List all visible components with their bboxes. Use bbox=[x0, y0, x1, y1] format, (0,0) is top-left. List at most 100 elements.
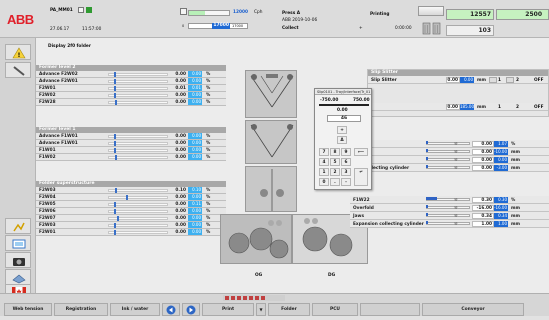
print-button[interactable]: Print bbox=[202, 303, 254, 316]
folder-superstructure-row-marker[interactable] bbox=[114, 230, 116, 235]
slitter-set-value[interactable]: 0.00 bbox=[460, 77, 474, 83]
right-setting-row-slider[interactable] bbox=[426, 166, 470, 169]
former-level1-row-marker[interactable] bbox=[114, 141, 116, 146]
former-level2-row-slider[interactable] bbox=[108, 87, 168, 90]
former-level2-row-set-value[interactable]: 0.01 bbox=[188, 85, 202, 91]
right-setting-row-set-value[interactable]: 1.07 bbox=[494, 141, 508, 147]
right-setting-row-tool-icon[interactable]: ⚒ bbox=[454, 149, 460, 154]
right-setting-row-slider[interactable] bbox=[426, 142, 470, 145]
former-level1-row-slider[interactable] bbox=[108, 142, 168, 145]
former-level2-row-marker[interactable] bbox=[114, 79, 116, 84]
numpad-plus-button[interactable]: + bbox=[337, 126, 347, 134]
numpad-key-9[interactable]: 0 bbox=[319, 178, 329, 186]
right-setting-row-tool-icon[interactable]: ⚒ bbox=[454, 141, 460, 146]
folder-superstructure-row-marker[interactable] bbox=[115, 188, 118, 193]
numpad-key-5[interactable]: 6 bbox=[341, 158, 351, 166]
lower-right-setting-row-set-value[interactable]: 1.00 bbox=[494, 221, 508, 227]
slitter-row2-set-value[interactable]: 185.00 bbox=[460, 104, 474, 110]
right-setting-row-set-value[interactable]: -3.00 bbox=[494, 165, 508, 171]
numpad-key-1[interactable]: 8 bbox=[330, 148, 340, 156]
web-tension-button[interactable]: Web tension bbox=[4, 303, 52, 316]
former-level2-row-marker[interactable] bbox=[114, 72, 116, 77]
numpad-key-3[interactable]: 4 bbox=[319, 158, 329, 166]
lower-right-setting-row-tool-icon[interactable]: ⚒ bbox=[454, 197, 460, 202]
right-setting-row-slider[interactable] bbox=[426, 150, 470, 153]
print-dropdown-icon[interactable]: ▼ bbox=[256, 303, 266, 316]
former-level2-row-slider[interactable] bbox=[108, 94, 168, 97]
waste-bin-icon[interactable] bbox=[422, 21, 442, 35]
former-level2-row-slider[interactable] bbox=[108, 73, 168, 76]
warning-button[interactable]: ! bbox=[5, 44, 31, 60]
lower-right-setting-row-slider[interactable] bbox=[426, 206, 470, 209]
lower-right-setting-row-set-value[interactable]: 0.30 bbox=[494, 197, 508, 203]
numpad-key-0[interactable]: 7 bbox=[319, 148, 329, 156]
former-level2-row-set-value[interactable]: 0.00 bbox=[188, 99, 202, 105]
station-icon[interactable] bbox=[78, 7, 84, 13]
folder-superstructure-row-slider[interactable] bbox=[108, 224, 168, 227]
numpad-key-11[interactable]: - bbox=[341, 178, 351, 186]
lower-right-setting-row-slider[interactable] bbox=[426, 222, 470, 225]
slitter-row2-btn-1[interactable]: 1 bbox=[498, 105, 501, 110]
former-level1-row-marker[interactable] bbox=[114, 134, 116, 139]
folder-superstructure-row-set-value[interactable]: 0.00 bbox=[188, 222, 202, 228]
right-setting-row-set-value[interactable]: -10.00 bbox=[494, 149, 508, 155]
folder-superstructure-row-slider[interactable] bbox=[108, 231, 168, 234]
numpad-key-10[interactable]: . bbox=[330, 178, 340, 186]
speed-settings-icon[interactable] bbox=[180, 8, 187, 15]
numpad-backspace-icon[interactable]: ⟵ bbox=[354, 148, 368, 156]
lower-right-setting-row-tool-icon[interactable]: ⚒ bbox=[454, 205, 460, 210]
folder-superstructure-row-set-value[interactable]: 0.00 bbox=[188, 215, 202, 221]
former-level2-row-marker[interactable] bbox=[114, 93, 116, 98]
lower-right-setting-row-set-value[interactable]: -16.00 bbox=[494, 205, 508, 211]
right-setting-row-tool-icon[interactable]: ⚒ bbox=[454, 157, 460, 162]
slitter-row2-off-button[interactable]: OFF bbox=[534, 105, 544, 110]
numpad-key-8[interactable]: 3 bbox=[341, 168, 351, 176]
folder-superstructure-row-slider[interactable] bbox=[108, 196, 168, 199]
former-level1-row-set-value[interactable]: 0.00 bbox=[188, 133, 202, 139]
former-level1-row-set-value[interactable]: 0.00 bbox=[188, 147, 202, 153]
folder-superstructure-row-marker[interactable] bbox=[114, 209, 116, 214]
right-setting-row-set-value[interactable]: 0.00 bbox=[494, 157, 508, 163]
lower-right-setting-row-set-value[interactable]: 0.34 bbox=[494, 213, 508, 219]
conveyor-button[interactable]: Conveyor bbox=[422, 303, 524, 316]
former-level1-row-slider[interactable] bbox=[108, 135, 168, 138]
right-setting-row-tool-icon[interactable]: ⚒ bbox=[454, 165, 460, 170]
slitter-off-button[interactable]: OFF bbox=[534, 78, 544, 83]
nav-forward-button[interactable] bbox=[182, 303, 200, 316]
empty-nav-button[interactable] bbox=[360, 303, 420, 316]
folder-superstructure-row-set-value[interactable]: 0.10 bbox=[188, 187, 202, 193]
former-level2-row-marker[interactable] bbox=[115, 100, 118, 105]
keyboard-button[interactable] bbox=[5, 269, 31, 285]
camera-button[interactable] bbox=[5, 252, 31, 268]
numpad-enter-icon[interactable]: ↵ bbox=[354, 168, 368, 186]
lower-right-setting-row-tool-icon[interactable]: ⚒ bbox=[454, 213, 460, 218]
lower-right-setting-row-tool-icon[interactable]: ⚒ bbox=[454, 221, 460, 226]
folder-superstructure-row-marker[interactable] bbox=[114, 202, 116, 207]
numpad-key-4[interactable]: 5 bbox=[330, 158, 340, 166]
folder-superstructure-row-set-value[interactable]: 0.00 bbox=[188, 194, 202, 200]
registration-button[interactable]: Registration bbox=[54, 303, 108, 316]
former-level2-row-set-value[interactable]: 0.00 bbox=[188, 92, 202, 98]
numpad-key-6[interactable]: 1 bbox=[319, 168, 329, 176]
former-level1-row-marker[interactable] bbox=[115, 155, 118, 160]
screen-button[interactable] bbox=[5, 235, 31, 251]
former-level1-row-slider[interactable] bbox=[108, 149, 168, 152]
ink-water-button[interactable]: Ink / water bbox=[110, 303, 160, 316]
tools-button[interactable] bbox=[5, 62, 31, 78]
numpad-up-button[interactable]: Δ bbox=[337, 136, 347, 144]
lower-right-setting-row-slider[interactable] bbox=[426, 214, 470, 217]
former-level2-row-set-value[interactable]: 0.00 bbox=[188, 71, 202, 77]
former-level2-row-set-value[interactable]: 0.00 bbox=[188, 78, 202, 84]
nav-back-button[interactable] bbox=[162, 303, 180, 316]
slitter-btn-2[interactable]: 2 bbox=[516, 78, 519, 83]
right-setting-row-slider[interactable] bbox=[426, 158, 470, 161]
folder-superstructure-row-marker[interactable] bbox=[117, 216, 119, 221]
slitter-row2-btn-2[interactable]: 2 bbox=[516, 105, 519, 110]
former-level1-row-set-value[interactable]: 0.00 bbox=[188, 140, 202, 146]
former-level1-row-marker[interactable] bbox=[114, 148, 116, 153]
folder-superstructure-row-marker[interactable] bbox=[126, 195, 128, 200]
folder-superstructure-row-set-value[interactable]: 0.00 bbox=[188, 208, 202, 214]
numpad-input[interactable]: 46 bbox=[327, 115, 361, 122]
numpad-key-7[interactable]: 2 bbox=[330, 168, 340, 176]
slitter-arrow2-icon[interactable] bbox=[506, 77, 514, 83]
